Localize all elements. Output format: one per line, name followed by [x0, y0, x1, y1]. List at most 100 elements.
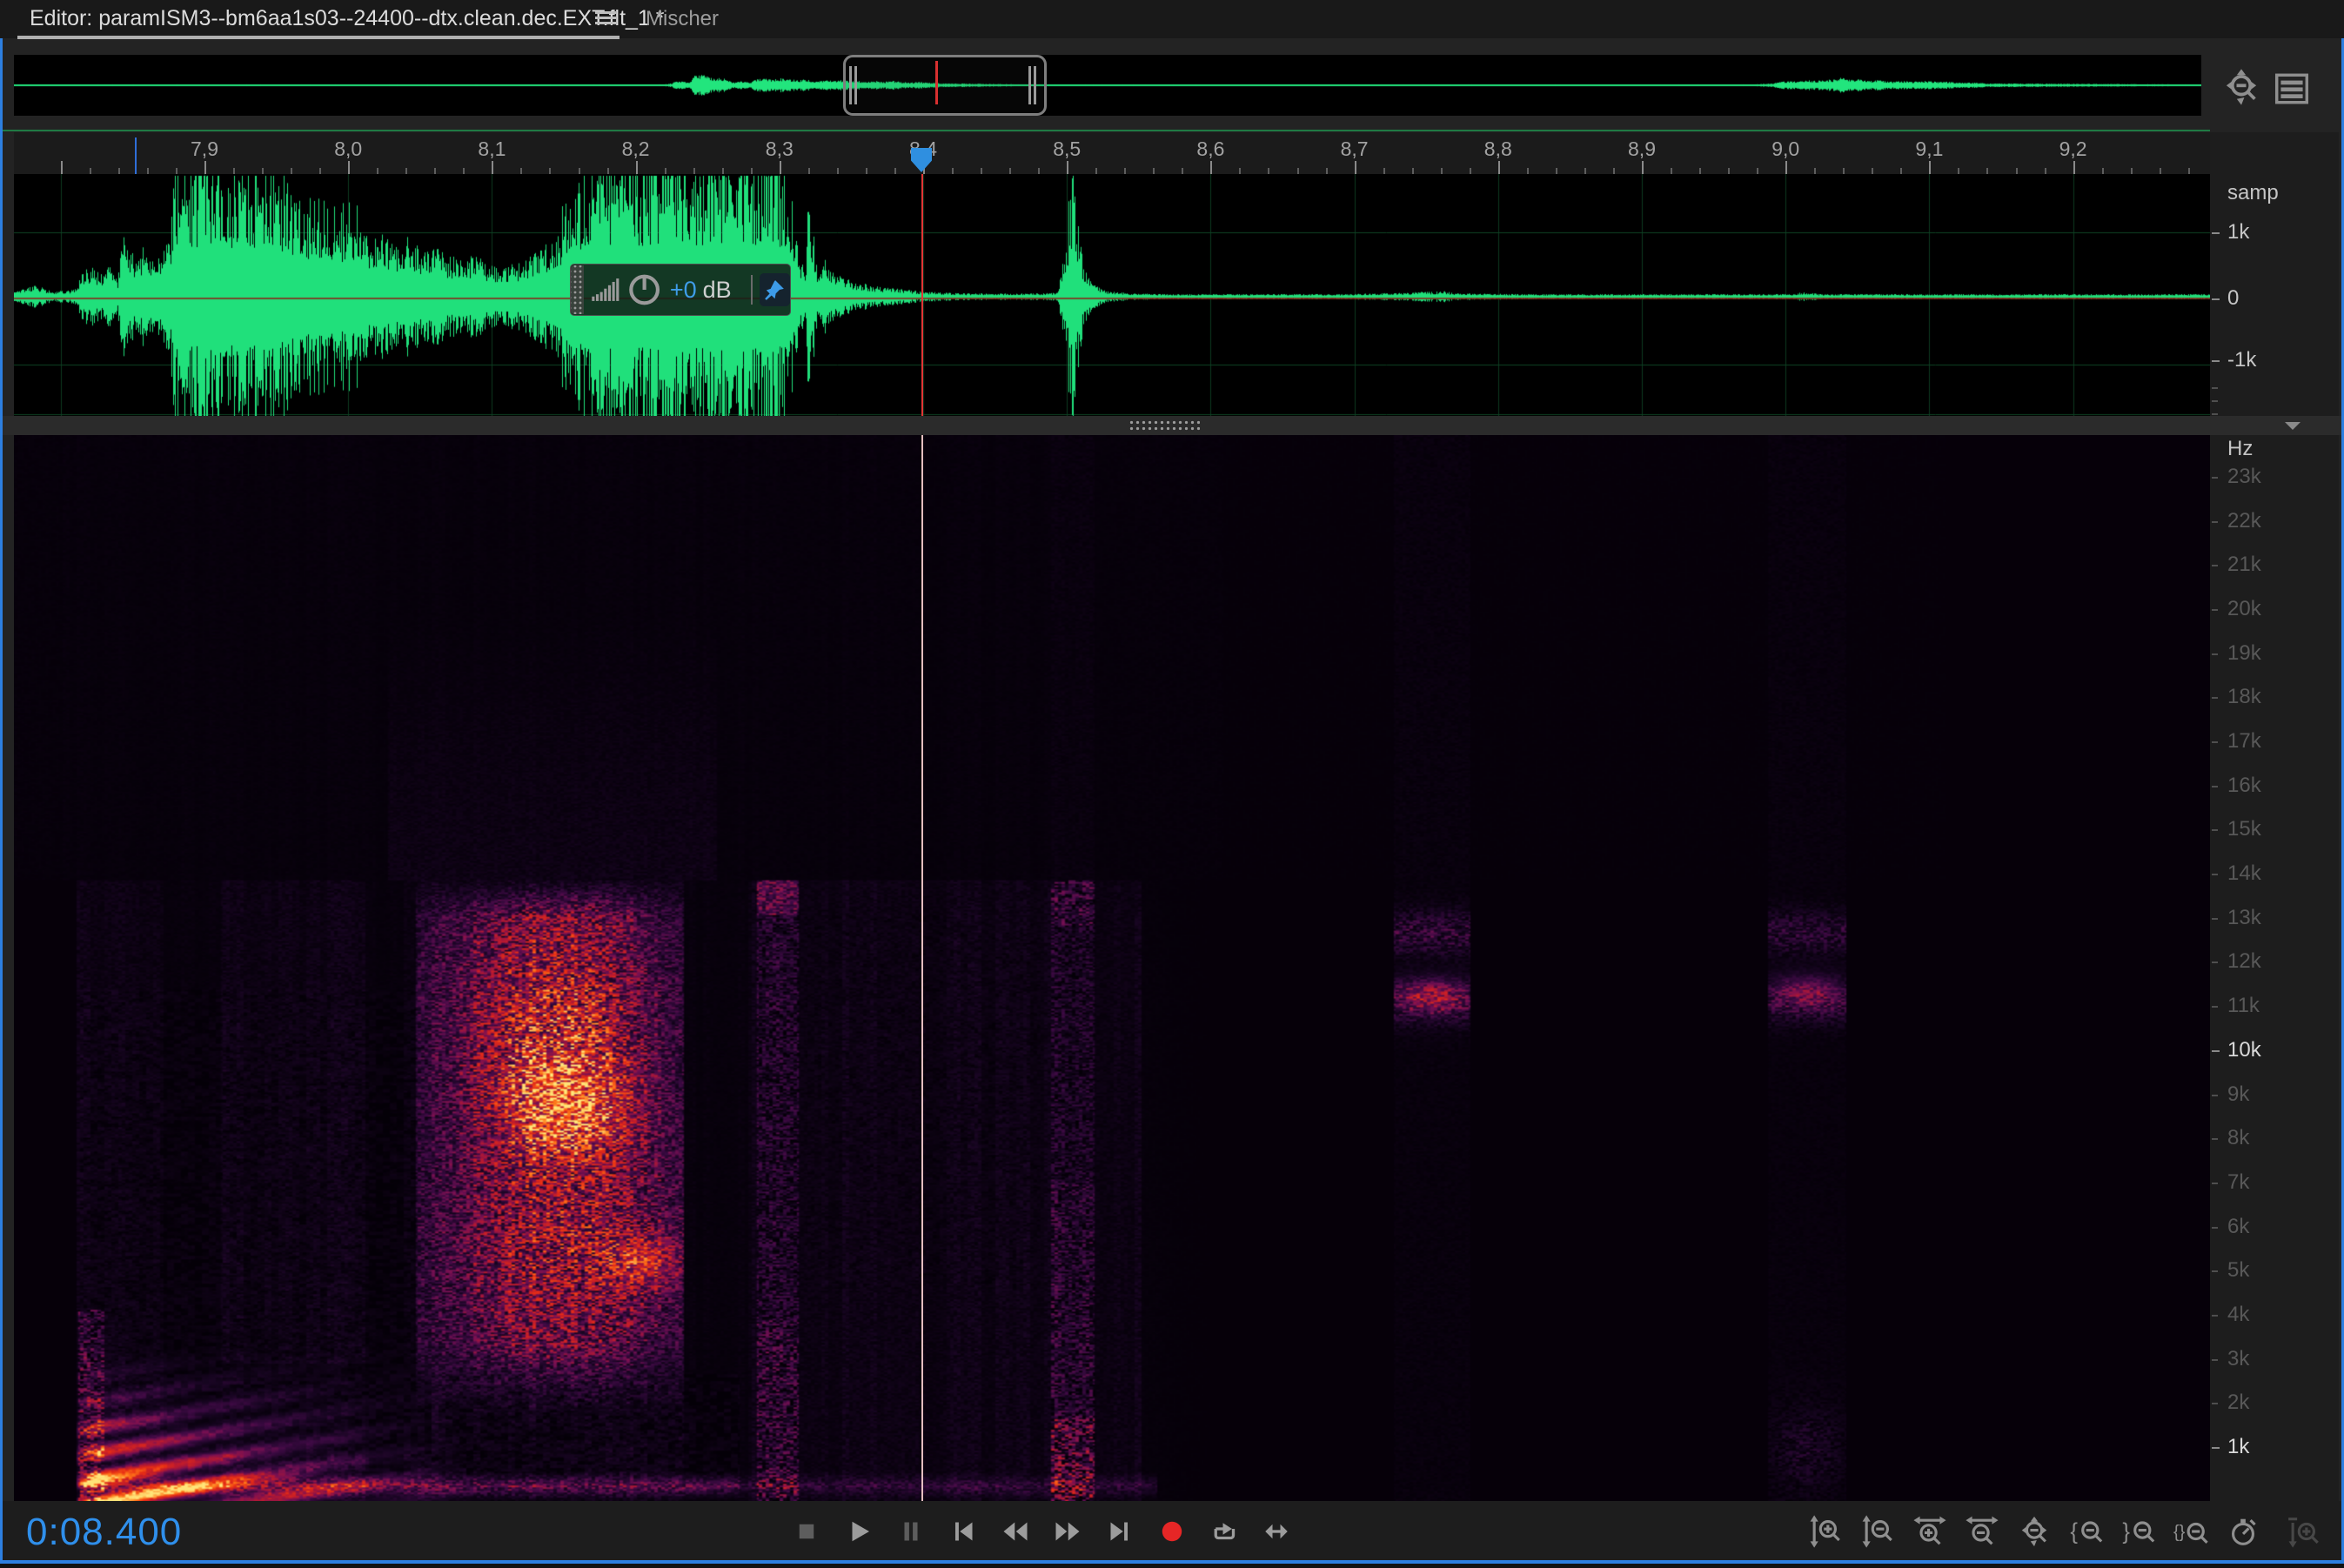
- zoom-out-vertical-button[interactable]: [1852, 1511, 1904, 1552]
- ruler-minor-tick: [405, 168, 407, 174]
- svg-text:{}: {}: [2173, 1523, 2186, 1542]
- play-button[interactable]: [833, 1511, 885, 1552]
- scale-tick: [2212, 874, 2218, 875]
- ruler-minor-tick: [1613, 168, 1615, 174]
- ruler-minor-tick: [722, 168, 724, 174]
- zoom-in-horizontal-button[interactable]: [1904, 1511, 1956, 1552]
- ruler-blue-tick: [135, 137, 137, 174]
- timeline-ruler[interactable]: hms 7,98,08,18,28,38,48,58,68,78,88,99,0…: [14, 132, 2210, 174]
- frequency-scale-label: 21k: [2227, 553, 2261, 577]
- ruler-major-tick: [1355, 161, 1356, 174]
- view-range-selector[interactable]: [843, 55, 1047, 116]
- divider-grip[interactable]: [1128, 419, 1200, 431]
- goto-end-button[interactable]: [1094, 1511, 1146, 1552]
- panel-menu-icon[interactable]: [595, 11, 616, 25]
- time-display[interactable]: 0:08.400: [26, 1511, 182, 1554]
- zoom-reset-button[interactable]: [2008, 1511, 2060, 1552]
- ruler-minor-tick: [1814, 168, 1816, 174]
- ruler-minor-tick: [1757, 168, 1758, 174]
- frequency-scale-label: 20k: [2227, 597, 2261, 621]
- gain-value[interactable]: +0: [670, 277, 697, 304]
- waveform-panel[interactable]: [14, 174, 2210, 416]
- timer-button[interactable]: [2217, 1511, 2269, 1552]
- track-list-icon[interactable]: [2273, 70, 2313, 106]
- ruler-minor-tick: [118, 168, 120, 174]
- ruler-minor-tick: [1958, 168, 1959, 174]
- tab-mischer[interactable]: Mischer: [646, 7, 719, 31]
- ruler-minor-tick: [1326, 168, 1328, 174]
- ruler-minor-tick: [579, 168, 580, 174]
- zoom-out-point-button[interactable]: }: [2113, 1511, 2165, 1552]
- zoom-in-vertical-button[interactable]: [1799, 1511, 1852, 1552]
- overview-playhead: [935, 61, 938, 104]
- ruler-minor-tick: [2160, 168, 2161, 174]
- ruler-minor-tick: [665, 168, 666, 174]
- ruler-tick-label: 9,1: [1915, 137, 1943, 161]
- ruler-tick-label: 7,9: [191, 137, 218, 161]
- pause-button[interactable]: [885, 1511, 937, 1552]
- svg-text:{: {: [2070, 1520, 2078, 1545]
- ruler-minor-tick: [1153, 168, 1155, 174]
- ruler-major-tick: [492, 161, 493, 174]
- loop-playback-button[interactable]: [1198, 1511, 1250, 1552]
- range-handle-left[interactable]: [849, 66, 861, 104]
- hud-drag-handle[interactable]: [571, 265, 584, 314]
- scale-column[interactable]: samp1k0-1kHz23k22k21k20k19k18k17k16k15k1…: [2210, 132, 2339, 1501]
- ruler-major-tick: [61, 161, 63, 174]
- overview-waveform: [14, 55, 2201, 116]
- ruler-minor-tick: [434, 168, 436, 174]
- goto-start-button[interactable]: [937, 1511, 989, 1552]
- spectrogram-playhead-line: [921, 435, 923, 1501]
- scale-tick: [2212, 1095, 2218, 1096]
- ruler-minor-tick: [1556, 168, 1557, 174]
- scale-tick: [2212, 609, 2218, 611]
- scale-tick: [2212, 387, 2218, 389]
- collapse-arrow-icon[interactable]: [2285, 422, 2300, 430]
- stop-button[interactable]: [780, 1511, 833, 1552]
- ruler-tick-label: 8,8: [1484, 137, 1512, 161]
- scale-tick: [2212, 1050, 2220, 1052]
- ruler-minor-tick: [176, 168, 177, 174]
- frequency-scale-label: 6k: [2227, 1215, 2249, 1239]
- amplitude-scale-label: -1k: [2227, 348, 2256, 372]
- ruler-major-tick: [348, 161, 350, 174]
- ruler-minor-tick: [952, 168, 954, 174]
- rewind-button[interactable]: [989, 1511, 1041, 1552]
- ruler-minor-tick: [894, 168, 896, 174]
- record-button[interactable]: [1146, 1511, 1198, 1552]
- scale-tick: [2212, 741, 2218, 743]
- ruler-minor-tick: [837, 168, 839, 174]
- scale-tick: [2212, 1270, 2218, 1272]
- fast-forward-button[interactable]: [1041, 1511, 1094, 1552]
- ruler-minor-tick: [1699, 168, 1701, 174]
- gain-hud[interactable]: +0 dB: [570, 264, 791, 316]
- gain-knob-icon[interactable]: [627, 271, 661, 308]
- zoom-selection-button[interactable]: {}: [2165, 1511, 2217, 1552]
- spectrogram-panel[interactable]: [14, 435, 2210, 1501]
- hud-pin-button[interactable]: [760, 273, 791, 306]
- spectrogram-display: [14, 435, 2210, 1501]
- ruler-minor-tick: [1986, 168, 1988, 174]
- ruler-minor-tick: [2102, 168, 2104, 174]
- range-handle-right[interactable]: [1028, 66, 1041, 104]
- ruler-major-tick: [1929, 161, 1931, 174]
- scale-tick: [2212, 521, 2218, 523]
- zoom-vertical-limit-button[interactable]: [2278, 1511, 2330, 1552]
- skip-selection-button[interactable]: [1250, 1511, 1303, 1552]
- ruler-major-tick: [1785, 161, 1787, 174]
- zoom-in-point-button[interactable]: {: [2060, 1511, 2113, 1552]
- ruler-major-tick: [780, 161, 781, 174]
- tab-editor[interactable]: Editor: paramISM3--bm6aa1s03--24400--dtx…: [30, 6, 665, 31]
- zoom-out-horizontal-button[interactable]: [1956, 1511, 2008, 1552]
- waveform-display: [14, 174, 2210, 416]
- overview-strip[interactable]: [14, 55, 2201, 116]
- frequency-scale-title: Hz: [2227, 437, 2253, 461]
- ruler-minor-tick: [377, 168, 378, 174]
- svg-text:}: }: [2122, 1520, 2130, 1545]
- ruler-minor-tick: [463, 168, 465, 174]
- ruler-major-tick: [1498, 161, 1500, 174]
- pan-zoom-icon[interactable]: [2220, 66, 2262, 108]
- ruler-minor-tick: [607, 168, 609, 174]
- ruler-minor-tick: [2016, 168, 2018, 174]
- ruler-minor-tick: [2045, 168, 2046, 174]
